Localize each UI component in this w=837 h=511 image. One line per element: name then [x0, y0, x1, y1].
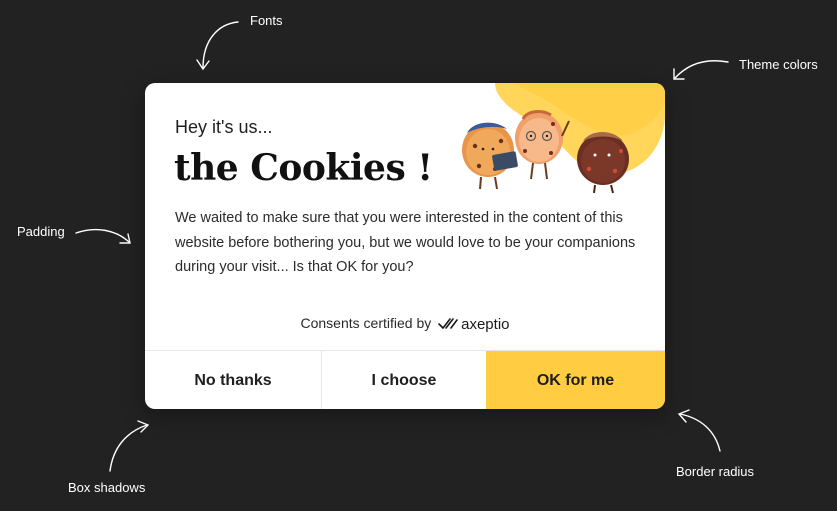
certified-label: Consents certified by — [300, 315, 432, 331]
arrow-border-radius-icon — [677, 409, 721, 452]
axeptio-logo-icon — [438, 318, 458, 330]
ok-for-me-button[interactable]: OK for me — [486, 351, 665, 409]
cookie-characters-illustration — [462, 110, 629, 194]
annotation-theme-colors: Theme colors — [739, 57, 818, 72]
arrow-fonts-icon — [196, 21, 239, 71]
annotation-border-radius: Border radius — [676, 464, 755, 479]
arrow-padding-icon — [75, 228, 131, 244]
arrow-theme-colors-icon — [673, 60, 729, 80]
banner-description: We waited to make sure that you were int… — [175, 210, 636, 275]
annotation-box-shadows: Box shadows — [68, 480, 146, 495]
arrow-box-shadows-icon — [109, 420, 150, 472]
axeptio-brand-name: axeptio — [461, 315, 510, 333]
banner-greeting: Hey it's us... — [175, 117, 273, 137]
annotation-padding: Padding — [17, 224, 65, 239]
i-choose-button[interactable]: I choose — [322, 351, 486, 409]
consent-certification: Consents certified by axeptio — [145, 315, 665, 333]
banner-title: the Cookies ! — [174, 147, 433, 189]
no-thanks-button[interactable]: No thanks — [145, 351, 322, 409]
axeptio-brand-link[interactable]: axeptio — [438, 315, 510, 333]
cookie-consent-banner: Hey it's us... the Cookies ! We waited t… — [145, 83, 665, 409]
annotation-fonts: Fonts — [250, 13, 283, 28]
consent-button-row: No thanks I choose OK for me — [145, 350, 665, 409]
